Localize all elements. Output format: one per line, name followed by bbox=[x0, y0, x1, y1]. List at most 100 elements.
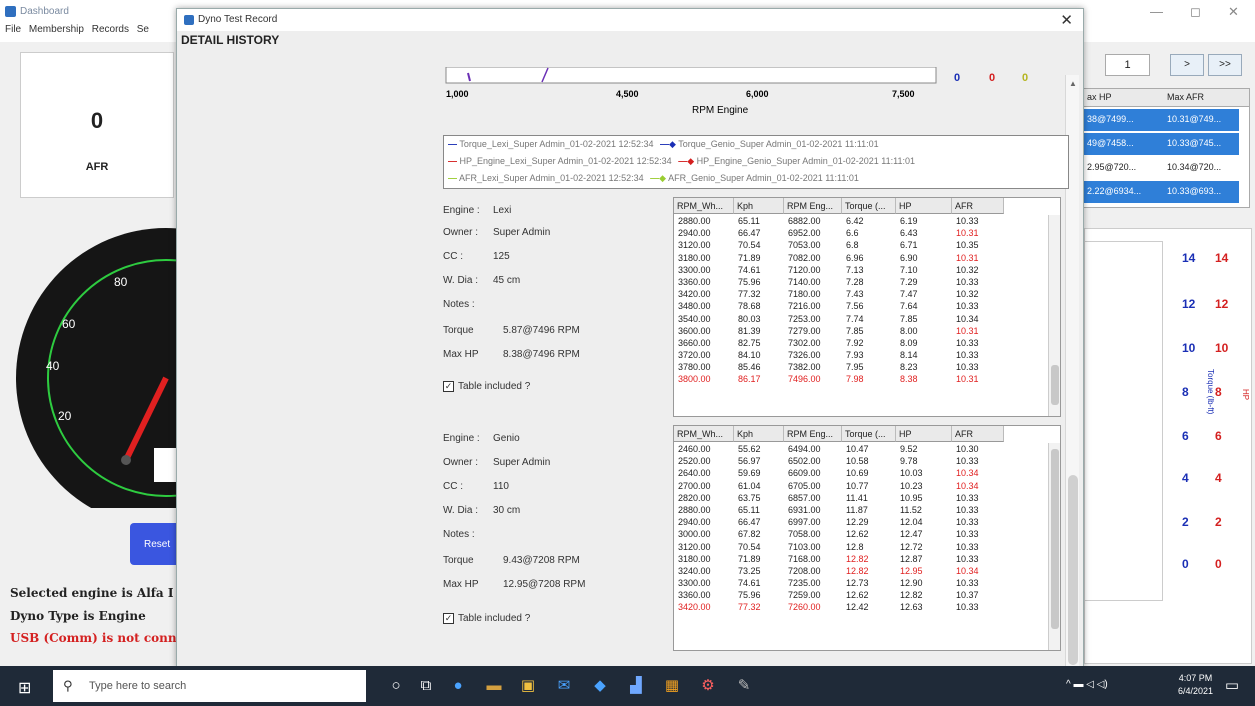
checkbox-checked-icon[interactable]: ✓ bbox=[443, 381, 454, 392]
table-column-header[interactable]: HP bbox=[896, 426, 952, 442]
table-cell: 10.33 bbox=[956, 529, 979, 540]
taskbar-search-box[interactable]: ⚲ Type here to search bbox=[53, 670, 366, 702]
table-row[interactable]: 2880.00 65.11 6882.00 6.42 6.19 10.33 bbox=[674, 215, 1049, 227]
table-scrollbar[interactable] bbox=[1048, 215, 1060, 416]
table-column-header[interactable]: RPM Eng... bbox=[784, 198, 842, 214]
table-cell: 66.47 bbox=[738, 517, 761, 528]
table-column-header[interactable]: AFR bbox=[952, 198, 1004, 214]
table-row[interactable]: 3420.00 77.32 7180.00 7.43 7.47 10.32 bbox=[674, 288, 1049, 300]
max-table-row[interactable]: 38@7499... 10.31@749... bbox=[1081, 109, 1239, 131]
max-hp-value: 8.38@7496 RPM bbox=[503, 349, 580, 360]
menu-records[interactable]: Records bbox=[92, 24, 129, 35]
checkbox-checked-icon[interactable]: ✓ bbox=[443, 613, 454, 624]
system-tray-icons[interactable]: ^ ▬ ◁ ◁) bbox=[1066, 679, 1108, 690]
col-max-hp[interactable]: ax HP bbox=[1087, 92, 1112, 102]
table-row[interactable]: 3480.00 78.68 7216.00 7.56 7.64 10.33 bbox=[674, 300, 1049, 312]
table-scroll-thumb[interactable] bbox=[1051, 365, 1059, 405]
table-row[interactable]: 3420.00 77.32 7260.00 12.42 12.63 10.33 bbox=[674, 601, 1049, 613]
table-row[interactable]: 3000.00 67.82 7058.00 12.62 12.47 10.33 bbox=[674, 528, 1049, 540]
table-cell: 8.38 bbox=[900, 374, 918, 385]
scroll-thumb[interactable] bbox=[1068, 475, 1078, 665]
max-table-row[interactable]: 2.22@6934... 10.33@693... bbox=[1081, 181, 1239, 203]
table-column-header[interactable]: Torque (... bbox=[842, 426, 896, 442]
notifications-icon[interactable]: ▭ bbox=[1220, 674, 1244, 698]
table-row[interactable]: 3540.00 80.03 7253.00 7.74 7.85 10.34 bbox=[674, 313, 1049, 325]
app-icon-1[interactable]: ▟ bbox=[624, 674, 648, 698]
task-view-icon[interactable]: ⧉ bbox=[414, 674, 438, 698]
folder-icon[interactable]: ▣ bbox=[516, 674, 540, 698]
taskbar-clock[interactable]: 4:07 PM 6/4/2021 bbox=[1178, 672, 1213, 698]
table-row[interactable]: 3720.00 84.10 7326.00 7.93 8.14 10.33 bbox=[674, 349, 1049, 361]
table-row[interactable]: 3120.00 70.54 7103.00 12.8 12.72 10.33 bbox=[674, 541, 1049, 553]
minimize-icon[interactable]: — bbox=[1150, 4, 1163, 19]
scroll-up-icon[interactable]: ▲ bbox=[1069, 79, 1077, 88]
page-number-field[interactable]: 1 bbox=[1105, 54, 1150, 76]
last-page-button[interactable]: >> bbox=[1208, 54, 1242, 76]
menu-file[interactable]: File bbox=[5, 24, 21, 35]
table-cell: 10.34 bbox=[956, 313, 979, 324]
menu-membership[interactable]: Membership bbox=[29, 24, 84, 35]
table-column-header[interactable]: RPM Eng... bbox=[784, 426, 842, 442]
table-column-header[interactable]: RPM_Wh... bbox=[674, 426, 734, 442]
table-row[interactable]: 3600.00 81.39 7279.00 7.85 8.00 10.31 bbox=[674, 325, 1049, 337]
table-row[interactable]: 3780.00 85.46 7382.00 7.95 8.23 10.33 bbox=[674, 361, 1049, 373]
max-table-row[interactable]: 2.95@720... 10.34@720... bbox=[1081, 157, 1239, 179]
menu-settings[interactable]: Se bbox=[137, 24, 149, 35]
table-row[interactable]: 3120.00 70.54 7053.00 6.8 6.71 10.35 bbox=[674, 239, 1049, 251]
table-row[interactable]: 3660.00 82.75 7302.00 7.92 8.09 10.33 bbox=[674, 337, 1049, 349]
table-row[interactable]: 3240.00 73.25 7208.00 12.82 12.95 10.34 bbox=[674, 565, 1049, 577]
table-row[interactable]: 3800.00 86.17 7496.00 7.98 8.38 10.31 bbox=[674, 373, 1049, 385]
maximize-icon[interactable]: ◻ bbox=[1190, 4, 1201, 20]
table-row[interactable]: 2700.00 61.04 6705.00 10.77 10.23 10.34 bbox=[674, 480, 1049, 492]
table-row[interactable]: 2940.00 66.47 6952.00 6.6 6.43 10.31 bbox=[674, 227, 1049, 239]
table-column-header[interactable]: Kph bbox=[734, 198, 784, 214]
table-cell: 6609.00 bbox=[788, 468, 821, 479]
next-page-button[interactable]: > bbox=[1170, 54, 1204, 76]
table-row[interactable]: 3180.00 71.89 7082.00 6.96 6.90 10.31 bbox=[674, 252, 1049, 264]
table-column-header[interactable]: RPM_Wh... bbox=[674, 198, 734, 214]
browser-icon[interactable]: ● bbox=[446, 674, 470, 698]
mail-icon[interactable]: ✉ bbox=[552, 674, 576, 698]
cortana-icon[interactable]: ○ bbox=[384, 674, 408, 698]
store-icon[interactable]: ◆ bbox=[588, 674, 612, 698]
table-scrollbar[interactable] bbox=[1048, 443, 1060, 650]
reset-button[interactable]: Reset bbox=[130, 523, 176, 565]
table-row[interactable]: 2520.00 56.97 6502.00 10.58 9.78 10.33 bbox=[674, 455, 1049, 467]
table-row[interactable]: 2880.00 65.11 6931.00 11.87 11.52 10.33 bbox=[674, 504, 1049, 516]
close-icon[interactable]: ✕ bbox=[1228, 4, 1239, 20]
table-row[interactable]: 2940.00 66.47 6997.00 12.29 12.04 10.33 bbox=[674, 516, 1049, 528]
table-cell: 6997.00 bbox=[788, 517, 821, 528]
dyno-app-icon[interactable]: ⚙ bbox=[696, 674, 720, 698]
table-row[interactable]: 2640.00 59.69 6609.00 10.69 10.03 10.34 bbox=[674, 467, 1049, 479]
table-cell: 7496.00 bbox=[788, 374, 821, 385]
app-icon-2[interactable]: ▦ bbox=[660, 674, 684, 698]
max-afr-cell: 10.33@693... bbox=[1167, 186, 1222, 196]
table-cell: 7.98 bbox=[846, 374, 864, 385]
table-row[interactable]: 3300.00 74.61 7120.00 7.13 7.10 10.32 bbox=[674, 264, 1049, 276]
table-scroll-thumb[interactable] bbox=[1051, 449, 1059, 629]
windows-start-icon[interactable]: ⊞ bbox=[18, 678, 31, 698]
table-included-checkbox[interactable]: ✓ Table included ? bbox=[443, 613, 530, 624]
col-max-afr[interactable]: Max AFR bbox=[1167, 92, 1204, 102]
status-usb: USB (Comm) is not conn bbox=[10, 631, 176, 645]
table-column-header[interactable]: HP bbox=[896, 198, 952, 214]
files-icon[interactable]: ▬ bbox=[482, 674, 506, 698]
table-row[interactable]: 3180.00 71.89 7168.00 12.82 12.87 10.33 bbox=[674, 553, 1049, 565]
torque-label: Torque bbox=[443, 555, 474, 566]
table-cell: 6952.00 bbox=[788, 228, 821, 239]
table-row[interactable]: 3300.00 74.61 7235.00 12.73 12.90 10.33 bbox=[674, 577, 1049, 589]
app-icon-3[interactable]: ✎ bbox=[732, 674, 756, 698]
table-cell: 9.52 bbox=[900, 444, 918, 454]
table-body: 2460.00 55.62 6494.00 10.47 9.52 10.30 2520.00… bbox=[674, 443, 1049, 614]
max-table-row[interactable]: 49@7458... 10.33@745... bbox=[1081, 133, 1239, 155]
table-row[interactable]: 2460.00 55.62 6494.00 10.47 9.52 10.30 bbox=[674, 443, 1049, 455]
table-column-header[interactable]: Kph bbox=[734, 426, 784, 442]
table-column-header[interactable]: Torque (... bbox=[842, 198, 896, 214]
table-included-checkbox[interactable]: ✓ Table included ? bbox=[443, 381, 530, 392]
chart-plot-area bbox=[445, 66, 937, 84]
table-row[interactable]: 3360.00 75.96 7259.00 12.62 12.82 10.37 bbox=[674, 589, 1049, 601]
table-row[interactable]: 2820.00 63.75 6857.00 11.41 10.95 10.33 bbox=[674, 492, 1049, 504]
table-row[interactable]: 3360.00 75.96 7140.00 7.28 7.29 10.33 bbox=[674, 276, 1049, 288]
table-column-header[interactable]: AFR bbox=[952, 426, 1004, 442]
dialog-close-button[interactable]: ✕ bbox=[1060, 11, 1073, 29]
